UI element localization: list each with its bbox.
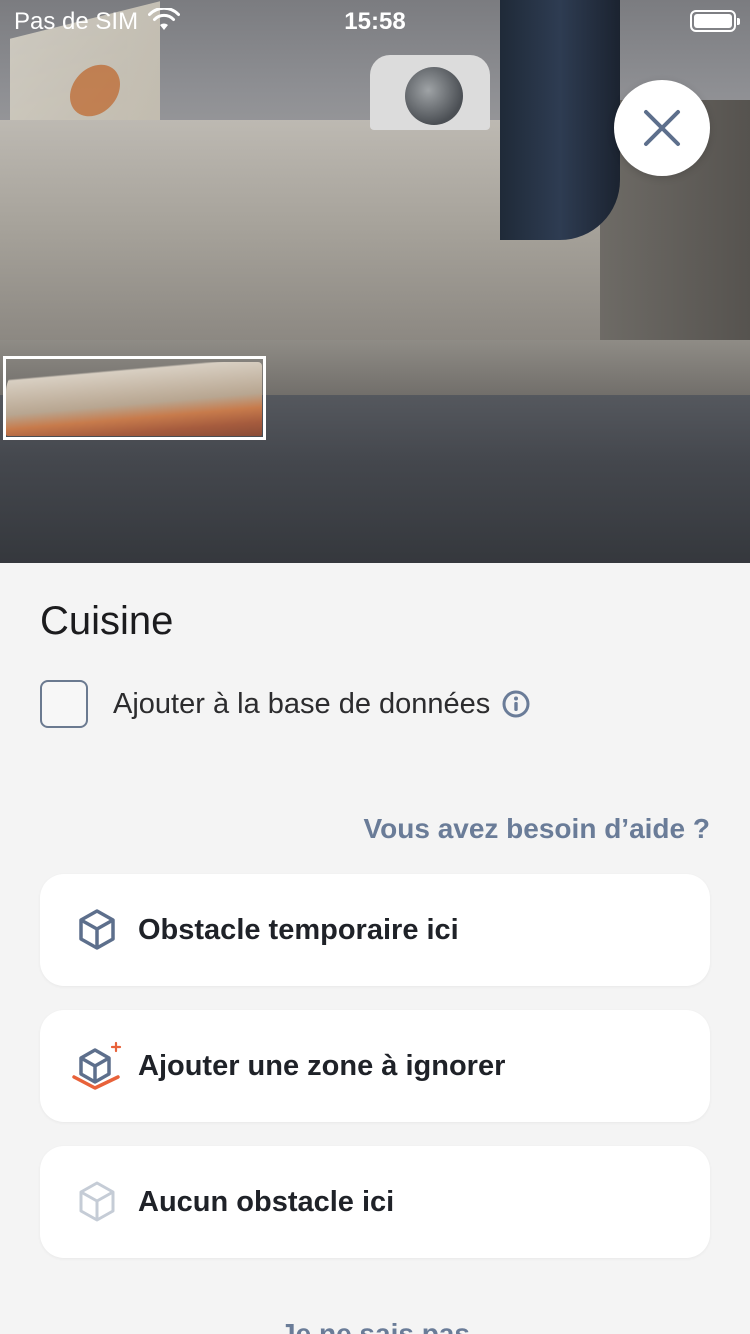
option-label: Ajouter une zone à ignorer (138, 1049, 506, 1082)
database-checkbox-label: Ajouter à la base de données (113, 687, 491, 720)
option-label: Aucun obstacle ici (138, 1185, 395, 1218)
help-link[interactable]: Vous avez besoin d’aide ? (364, 813, 710, 845)
status-time: 15:58 (344, 8, 406, 35)
option-no-obstacle[interactable]: Aucun obstacle ici (40, 1146, 710, 1258)
option-label: Obstacle temporaire ici (138, 913, 459, 946)
dont-know-link[interactable]: Je ne sais pas (0, 1318, 750, 1334)
database-checkbox[interactable] (40, 680, 88, 728)
camera-photo (0, 0, 750, 563)
cube-outline-icon (79, 1181, 115, 1222)
option-temporary-obstacle[interactable]: Obstacle temporaire ici (40, 874, 710, 986)
detection-box (3, 356, 266, 440)
database-checkbox-row[interactable]: Ajouter à la base de données (40, 680, 530, 728)
info-icon[interactable] (502, 690, 530, 718)
close-button[interactable] (614, 80, 710, 176)
close-icon (644, 110, 680, 146)
option-add-ignore-zone[interactable]: Ajouter une zone à ignorer (40, 1010, 710, 1122)
room-title: Cuisine (40, 599, 174, 643)
bottom-sheet: Cuisine Ajouter à la base de données Vou… (0, 563, 750, 1334)
cube-add-zone-icon (72, 1041, 122, 1090)
cube-icon (79, 909, 115, 950)
status-bar: Pas de SIM 15:58 (0, 0, 750, 40)
battery-icon (690, 10, 740, 32)
